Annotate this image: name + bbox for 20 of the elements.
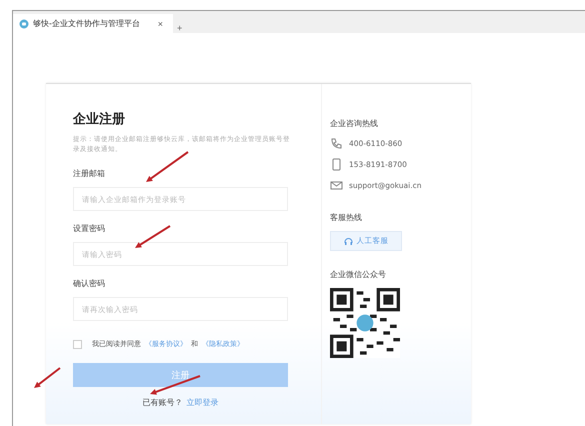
browser-tab[interactable]: 够快-企业文件协作与管理平台 × [13, 14, 173, 33]
field-label: 注册邮箱 [73, 168, 106, 179]
close-tab-button[interactable]: × [154, 18, 167, 28]
service-title: 客服热线 [330, 212, 363, 223]
phone-icon [330, 137, 343, 150]
qr-code-drawing [330, 288, 400, 358]
form-title: 企业注册 [73, 110, 126, 128]
mail-icon [330, 179, 343, 192]
logo-icon [19, 18, 29, 28]
tab-title: 够快-企业文件协作与管理平台 [33, 18, 141, 29]
field-label: 确认密码 [73, 278, 106, 289]
headset-icon [344, 236, 352, 246]
mobile-icon [330, 158, 343, 171]
agree-checkbox[interactable] [73, 340, 82, 348]
field-label: 设置密码 [73, 223, 106, 234]
new-tab-button[interactable]: + [173, 23, 186, 33]
contact-title: 企业咨询热线 [330, 118, 379, 129]
wechat-title: 企业微信公众号 [330, 269, 387, 280]
login-prompt: 已有账号？ [142, 397, 182, 408]
login-link[interactable]: 立即登录 [186, 397, 218, 408]
